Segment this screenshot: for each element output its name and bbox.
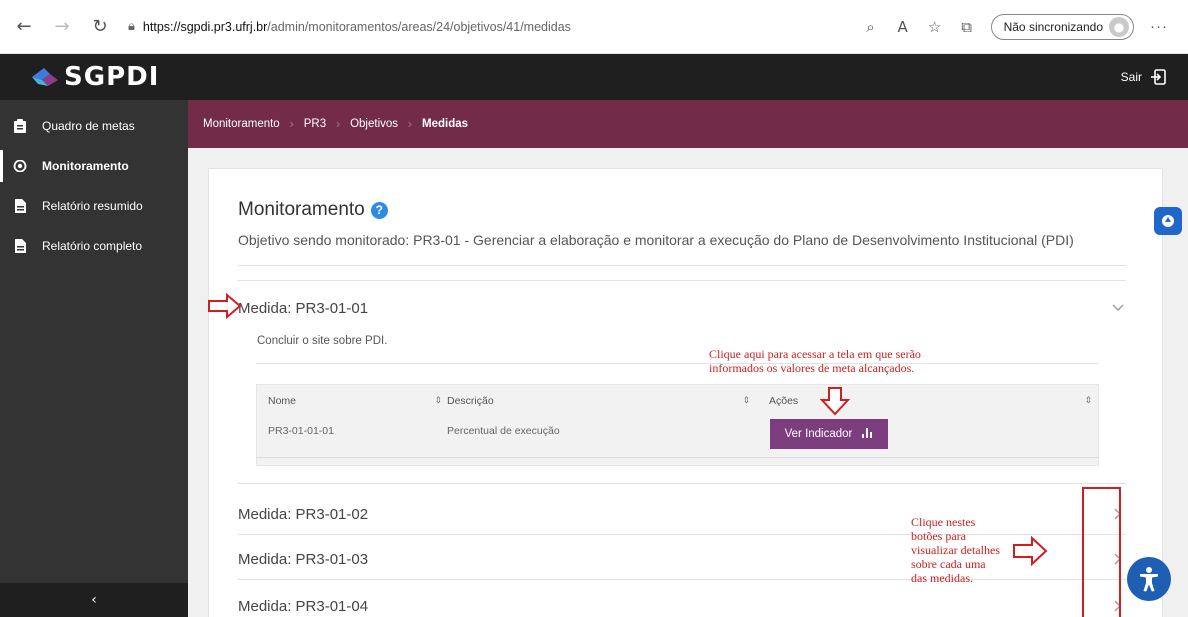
sidebar-item-monitoramento[interactable]: Monitoramento [0, 146, 188, 186]
page-title: Monitoramento [238, 199, 365, 220]
sort-icon: ⇕ [742, 396, 750, 406]
ver-indicador-label: Ver Indicador [784, 428, 853, 440]
sidebar-menu: Quadro de metas Monitoramento Relatório … [0, 106, 188, 266]
breadcrumb-pr3[interactable]: PR3 [304, 118, 326, 130]
top-header: Sair [188, 54, 1188, 100]
sidebar-item-relatorio-resumido[interactable]: Relatório resumido [0, 186, 188, 226]
annotation-line: botões para [911, 529, 966, 543]
measure-description: Concluir o site sobre PDI. [257, 335, 388, 347]
measure-header-1[interactable]: Medida: PR3-01-01 [238, 295, 1128, 321]
sidebar-item-quadro-de-metas[interactable]: Quadro de metas [0, 106, 188, 146]
annotation-highlight-box [1082, 487, 1121, 617]
chevron-right-icon: › [289, 117, 295, 131]
table-cell-descricao: Percentual de execução [447, 425, 560, 437]
divider [238, 483, 1126, 484]
read-aloud-icon[interactable]: A [889, 13, 917, 41]
indicator-table: Nome ⇕ Descrição ⇕ Ações ⇕ PR3-01-01-01 … [256, 384, 1099, 466]
annotation-line: informados os valores de meta alcançados… [709, 361, 915, 375]
logo-text: SGPDI [64, 62, 160, 92]
divider [256, 363, 1099, 364]
forward-icon[interactable]: → [48, 13, 76, 41]
logo-mark-icon [30, 66, 60, 88]
annotation-arrow-right-icon [1013, 536, 1048, 566]
sort-icon: ⇕ [434, 396, 442, 406]
annotation-line: Clique aqui para acessar a tela em que s… [709, 347, 921, 361]
breadcrumb-monitoramento[interactable]: Monitoramento [203, 118, 280, 130]
page-heading: Monitoramento ? [238, 199, 388, 221]
clipboard-icon [12, 118, 28, 134]
measure-title: Medida: PR3-01-02 [238, 505, 369, 523]
annotation-action-hint: Clique aqui para acessar a tela em que s… [709, 347, 921, 375]
zoom-icon[interactable]: ⌕ [857, 13, 885, 41]
column-header-descricao[interactable]: Descrição ⇕ [447, 395, 750, 407]
collapse-sidebar-button[interactable]: ‹ [0, 583, 188, 617]
browser-toolbar: ← → ↻ 🔒︎ https://sgpdi.pr3.ufrj.br/admin… [0, 0, 1188, 54]
eye-icon [12, 158, 28, 174]
annotation-arrow-down-icon [820, 387, 851, 416]
sidebar-item-label: Relatório resumido [42, 199, 143, 213]
divider [238, 265, 1126, 266]
objective-subtitle: Objetivo sendo monitorado: PR3-01 - Gere… [238, 232, 1074, 248]
document-icon [12, 198, 28, 214]
annotation-line: visualizar detalhes [911, 543, 1000, 557]
table-cell-nome: PR3-01-01-01 [268, 425, 334, 437]
measure-header-4[interactable]: Medida: PR3-01-04 [238, 593, 1128, 617]
chevron-right-icon: › [407, 117, 413, 131]
measure-title: Medida: PR3-01-04 [238, 597, 369, 615]
collections-icon[interactable]: ⧉ [953, 13, 981, 41]
url-text: https://sgpdi.pr3.ufrj.br/admin/monitora… [142, 19, 571, 34]
sign-language-icon[interactable] [1154, 207, 1182, 235]
column-header-nome[interactable]: Nome ⇕ [268, 395, 442, 407]
sidebar-item-label: Relatório completo [42, 239, 143, 253]
accessibility-icon[interactable] [1127, 557, 1171, 601]
back-icon[interactable]: ← [10, 13, 38, 41]
chevron-right-icon: › [335, 117, 341, 131]
sort-icon: ⇕ [1084, 396, 1092, 406]
favorites-icon[interactable]: ☆ [921, 13, 949, 41]
sidebar: SGPDI Quadro de metas Monitoramento Rela… [0, 54, 188, 617]
sidebar-item-relatorio-completo[interactable]: Relatório completo [0, 226, 188, 266]
address-bar[interactable]: 🔒︎ https://sgpdi.pr3.ufrj.br/admin/monit… [128, 12, 857, 42]
logout-button[interactable]: Sair [1121, 69, 1166, 85]
table-divider [257, 457, 1098, 458]
divider [238, 280, 1126, 281]
annotation-line: sobre cada uma [911, 557, 986, 571]
column-header-acoes[interactable]: Ações ⇕ [769, 395, 1092, 407]
column-header-label: Descrição [447, 395, 494, 407]
chevron-left-icon: ‹ [91, 592, 97, 608]
annotation-line: das medidas. [911, 571, 973, 585]
measure-title: Medida: PR3-01-01 [238, 299, 369, 317]
column-header-label: Ações [769, 395, 799, 407]
ver-indicador-button[interactable]: Ver Indicador [770, 419, 888, 449]
reload-icon[interactable]: ↻ [86, 13, 114, 41]
annotation-line: Clique nestes [911, 515, 976, 529]
more-options-icon[interactable]: ··· [1150, 18, 1168, 35]
bar-chart-icon [862, 427, 873, 441]
annotation-expand-hint: Clique nestes botões para visualizar det… [911, 515, 1000, 585]
measure-title: Medida: PR3-01-03 [238, 550, 369, 568]
logo[interactable]: SGPDI [0, 54, 188, 100]
breadcrumb-objetivos[interactable]: Objetivos [350, 118, 398, 130]
sidebar-item-label: Quadro de metas [42, 119, 135, 133]
chevron-down-icon[interactable] [1108, 298, 1128, 318]
breadcrumb-medidas: Medidas [422, 118, 469, 130]
column-header-label: Nome [268, 395, 297, 407]
sidebar-item-label: Monitoramento [42, 159, 129, 173]
lock-icon: 🔒︎ [128, 19, 135, 34]
logout-icon [1150, 69, 1166, 85]
sync-label: Não sincronizando [1003, 19, 1103, 34]
profile-avatar-icon: ● [1109, 16, 1129, 37]
profile-sync-button[interactable]: Não sincronizando ● [990, 13, 1134, 40]
logout-label: Sair [1120, 70, 1142, 84]
breadcrumb: Monitoramento › PR3 › Objetivos › Medida… [188, 100, 1188, 148]
document-icon [12, 238, 28, 254]
annotation-arrow-right-icon [208, 293, 242, 319]
help-icon[interactable]: ? [370, 201, 388, 219]
